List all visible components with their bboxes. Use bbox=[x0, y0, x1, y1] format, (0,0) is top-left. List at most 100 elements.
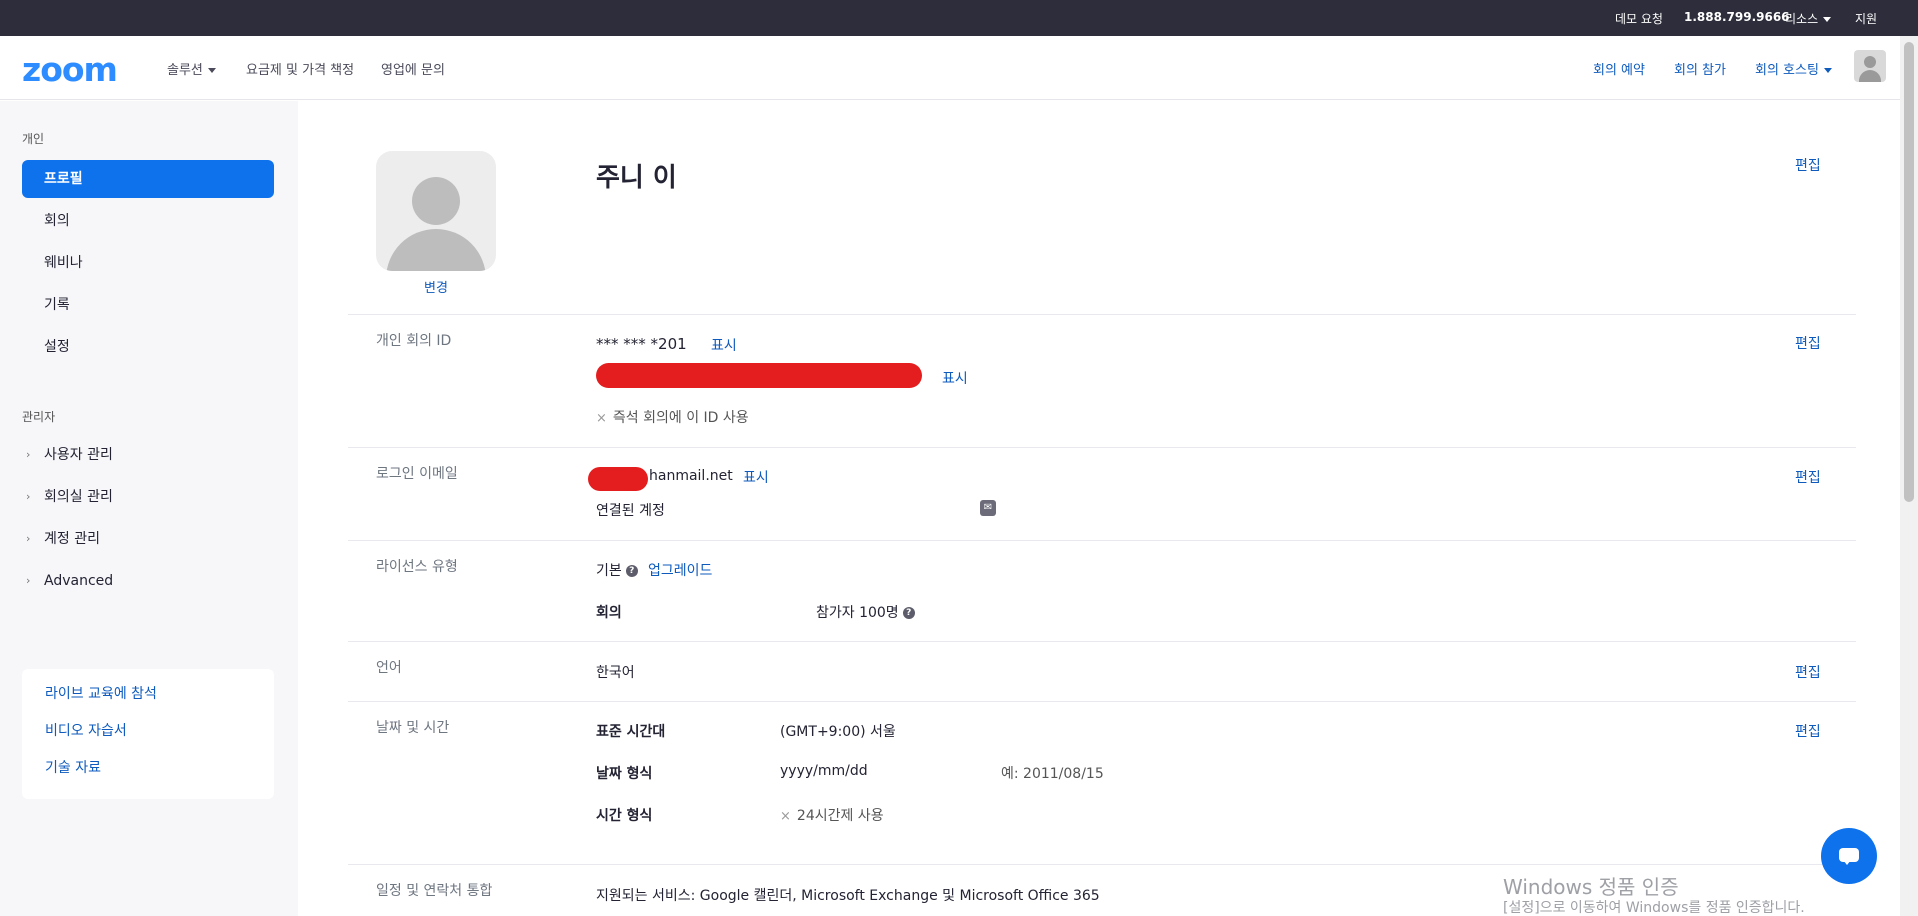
pmi-value: *** *** *201 bbox=[596, 335, 687, 353]
top-utility-bar: 데모 요청 1.888.799.9666 리소스 지원 bbox=[0, 0, 1918, 36]
caret-down-icon bbox=[1823, 68, 1832, 73]
timezone-value: (GMT+9:00) 서울 bbox=[780, 724, 896, 740]
redacted-email bbox=[588, 467, 648, 491]
participants-text: 참가자 100명 bbox=[816, 605, 899, 621]
date-format-value: yyyy/mm/dd bbox=[780, 763, 868, 779]
divider bbox=[348, 641, 1856, 642]
license-basic-text: 기본 bbox=[596, 563, 622, 579]
sidebar-section-personal: 개인 bbox=[22, 132, 45, 146]
sidebar-item-webinars[interactable]: 웨비나 bbox=[22, 244, 274, 282]
sidebar-item-account-management[interactable]: › 계정 관리 bbox=[22, 520, 274, 558]
show-pmi-link-2[interactable]: 표시 bbox=[942, 368, 968, 388]
mail-icon: ✉ bbox=[980, 500, 996, 516]
profile-main: 변경 주니 이 편집 개인 회의 ID *** *** *201 표시 표시 ×… bbox=[298, 101, 1900, 916]
chevron-right-icon: › bbox=[26, 574, 31, 587]
linked-account-label: 연결된 계정 bbox=[596, 503, 665, 519]
nav-pricing[interactable]: 요금제 및 가격 책정 bbox=[246, 59, 354, 78]
time-format-text: 24시간제 사용 bbox=[796, 808, 884, 824]
sidebar-item-recordings[interactable]: 기록 bbox=[22, 286, 274, 324]
divider bbox=[348, 864, 1856, 865]
nav-contact-sales[interactable]: 영업에 문의 bbox=[381, 59, 445, 78]
chevron-right-icon: › bbox=[26, 490, 31, 503]
help-link-live-training[interactable]: 라이브 교육에 참석 bbox=[45, 683, 157, 703]
nav-schedule-meeting[interactable]: 회의 예약 bbox=[1593, 59, 1645, 78]
upgrade-link[interactable]: 업그레이드 bbox=[648, 560, 712, 580]
sidebar-item-advanced[interactable]: › Advanced bbox=[22, 562, 274, 600]
redacted-pmi-link bbox=[596, 363, 922, 388]
sidebar-item-label: Advanced bbox=[44, 573, 114, 589]
support-link[interactable]: 지원 bbox=[1855, 10, 1877, 27]
edit-name-button[interactable]: 편집 bbox=[1795, 155, 1821, 175]
phone-number[interactable]: 1.888.799.9666 bbox=[1684, 10, 1790, 24]
user-avatar[interactable] bbox=[1854, 50, 1886, 82]
license-basic: 기본? bbox=[596, 560, 638, 580]
help-link-video-tutorials[interactable]: 비디오 자습서 bbox=[45, 720, 127, 740]
sidebar-section-admin: 관리자 bbox=[22, 410, 56, 424]
sidebar-item-label: 사용자 관리 bbox=[44, 447, 113, 463]
scrollbar-thumb[interactable] bbox=[1904, 42, 1914, 502]
sidebar-item-profile[interactable]: 프로필 bbox=[22, 160, 274, 198]
email-label: 로그인 이메일 bbox=[376, 466, 458, 482]
divider bbox=[348, 314, 1856, 315]
date-format-label: 날짜 형식 bbox=[596, 766, 653, 782]
resources-menu[interactable]: 리소스 bbox=[1785, 10, 1832, 27]
timezone-label: 표준 시간대 bbox=[596, 724, 666, 740]
main-header: zoom 솔루션 요금제 및 가격 책정 영업에 문의 회의 예약 회의 참가 … bbox=[0, 36, 1900, 100]
calendar-value: 지원되는 서비스: Google 캘린더, Microsoft Exchange… bbox=[596, 888, 1100, 904]
meeting-capacity-value: 참가자 100명? bbox=[816, 602, 915, 622]
nav-solutions-label: 솔루션 bbox=[167, 63, 203, 78]
time-format-label: 시간 형식 bbox=[596, 808, 653, 824]
language-value: 한국어 bbox=[596, 665, 635, 681]
show-email-link[interactable]: 표시 bbox=[743, 467, 769, 487]
help-card: 라이브 교육에 참석 비디오 자습서 기술 자료 bbox=[22, 669, 274, 799]
pmi-instant-text: 즉석 회의에 이 ID 사용 bbox=[612, 410, 749, 426]
chevron-right-icon: › bbox=[26, 448, 31, 461]
divider bbox=[348, 447, 1856, 448]
caret-down-icon bbox=[1823, 17, 1832, 22]
chat-bubble-tail bbox=[1843, 860, 1851, 865]
zoom-logo[interactable]: zoom bbox=[22, 50, 118, 89]
close-icon: × bbox=[596, 411, 607, 426]
nav-host-meeting[interactable]: 회의 호스팅 bbox=[1755, 59, 1832, 78]
windows-watermark-subtitle: [설정]으로 이동하여 Windows를 정품 인증합니다. bbox=[1503, 900, 1805, 916]
caret-down-icon bbox=[207, 68, 216, 73]
nav-host-label: 회의 호스팅 bbox=[1755, 63, 1819, 78]
pmi-instant-option: × 즉석 회의에 이 ID 사용 bbox=[596, 407, 749, 427]
resources-label: 리소스 bbox=[1785, 12, 1819, 26]
profile-name: 주니 이 bbox=[596, 163, 677, 193]
email-value: hanmail.net bbox=[649, 468, 733, 484]
change-photo-link[interactable]: 변경 bbox=[424, 277, 448, 296]
avatar-head bbox=[1864, 56, 1876, 68]
edit-email-button[interactable]: 편집 bbox=[1795, 467, 1821, 487]
datetime-label: 날짜 및 시간 bbox=[376, 720, 450, 736]
pmi-label: 개인 회의 ID bbox=[376, 333, 452, 349]
help-icon[interactable]: ? bbox=[902, 607, 915, 619]
sidebar-item-label: 회의실 관리 bbox=[44, 489, 113, 505]
meeting-capacity-label: 회의 bbox=[596, 605, 622, 621]
divider bbox=[348, 540, 1856, 541]
show-pmi-link[interactable]: 표시 bbox=[711, 335, 737, 355]
edit-language-button[interactable]: 편집 bbox=[1795, 662, 1821, 682]
windows-watermark-title: Windows 정품 인증 bbox=[1503, 875, 1679, 899]
edit-pmi-button[interactable]: 편집 bbox=[1795, 333, 1821, 353]
edit-datetime-button[interactable]: 편집 bbox=[1795, 721, 1821, 741]
divider bbox=[348, 701, 1856, 702]
sidebar-item-meetings[interactable]: 회의 bbox=[22, 202, 274, 240]
chat-button[interactable] bbox=[1821, 828, 1877, 884]
language-label: 언어 bbox=[376, 660, 402, 676]
profile-photo[interactable] bbox=[376, 151, 496, 271]
sidebar-item-label: 계정 관리 bbox=[44, 531, 100, 547]
calendar-label: 일정 및 연락처 통합 bbox=[376, 883, 493, 899]
sidebar-item-room-management[interactable]: › 회의실 관리 bbox=[22, 478, 274, 516]
page-scrollbar[interactable] bbox=[1900, 36, 1918, 916]
demo-request-link[interactable]: 데모 요청 bbox=[1615, 10, 1663, 27]
time-format-value: × 24시간제 사용 bbox=[780, 805, 884, 825]
photo-head bbox=[412, 177, 460, 225]
chevron-right-icon: › bbox=[26, 532, 31, 545]
help-icon[interactable]: ? bbox=[625, 565, 638, 577]
nav-solutions[interactable]: 솔루션 bbox=[167, 59, 216, 78]
nav-join-meeting[interactable]: 회의 참가 bbox=[1674, 59, 1726, 78]
sidebar-item-user-management[interactable]: › 사용자 관리 bbox=[22, 436, 274, 474]
sidebar-item-settings[interactable]: 설정 bbox=[22, 328, 274, 366]
help-link-knowledge-base[interactable]: 기술 자료 bbox=[45, 757, 101, 777]
